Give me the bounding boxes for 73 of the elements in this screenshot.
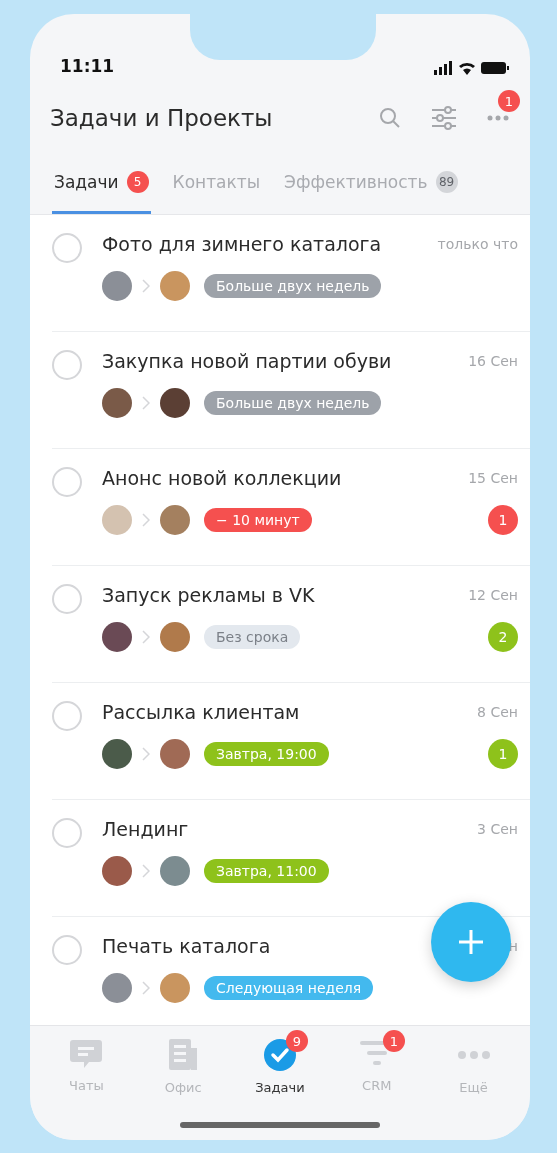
- deadline-tag: Больше двух недель: [204, 391, 382, 415]
- task-checkbox[interactable]: [52, 350, 82, 380]
- deadline-tag: Следующая неделя: [204, 976, 374, 1000]
- avatar: [160, 505, 190, 535]
- comment-counter: 1: [488, 505, 518, 535]
- chevron-icon: [142, 981, 150, 995]
- task-date: н: [508, 938, 518, 954]
- nav-tab[interactable]: Чаты: [46, 1038, 127, 1095]
- comment-counter: 2: [488, 622, 518, 652]
- task-title: Фото для зимнего каталога: [102, 233, 382, 255]
- tab-badge: 89: [435, 170, 458, 193]
- deadline-tag: − 10 минут: [204, 508, 312, 532]
- plus-icon: [458, 929, 484, 955]
- task-date: только что: [437, 236, 518, 252]
- task-checkbox[interactable]: [52, 467, 82, 497]
- chevron-icon: [142, 747, 150, 761]
- task-title: Закупка новой партии обуви: [102, 350, 392, 372]
- filter-button[interactable]: [430, 104, 458, 132]
- tab[interactable]: Эффективность 89: [282, 152, 460, 214]
- comment-counter: 1: [488, 739, 518, 769]
- task-date: 15 Сен: [468, 470, 518, 486]
- screen-title: Задачи и Проекты: [50, 105, 274, 131]
- task-date: 16 Сен: [468, 353, 518, 369]
- task-title: Анонс новой коллекции: [102, 467, 342, 489]
- wifi-icon: [459, 62, 475, 75]
- chevron-icon: [142, 279, 150, 293]
- document-icon: [167, 1038, 200, 1072]
- avatar: [160, 271, 190, 301]
- avatar: [102, 739, 132, 769]
- avatar: [102, 271, 132, 301]
- avatar: [102, 622, 132, 652]
- task-checkbox[interactable]: [52, 584, 82, 614]
- avatar: [102, 856, 132, 886]
- task-title: Печать каталога: [102, 935, 271, 957]
- deadline-tag: Завтра, 11:00: [204, 859, 329, 883]
- avatar: [102, 388, 132, 418]
- battery-icon: [481, 62, 509, 74]
- signal-icon: [434, 61, 452, 75]
- task-date: 3 Сен: [477, 821, 518, 837]
- deadline-tag: Больше двух недель: [204, 274, 382, 298]
- nav-badge: 9: [286, 1030, 308, 1052]
- avatar: [160, 622, 190, 652]
- task-title: Лендинг: [102, 818, 189, 840]
- task-checkbox[interactable]: [52, 935, 82, 965]
- more-icon: [455, 1051, 492, 1059]
- avatar: [160, 973, 190, 1003]
- chevron-icon: [142, 513, 150, 527]
- task-date: 8 Сен: [477, 704, 518, 720]
- more-icon: [487, 115, 509, 121]
- tab[interactable]: Контакты: [170, 152, 263, 214]
- task-title: Рассылка клиентам: [102, 701, 300, 723]
- avatar: [102, 505, 132, 535]
- deadline-tag: Завтра, 19:00: [204, 742, 329, 766]
- chat-icon: [69, 1038, 104, 1070]
- task-checkbox[interactable]: [52, 233, 82, 263]
- task-checkbox[interactable]: [52, 701, 82, 731]
- tab-badge: 5: [126, 170, 149, 193]
- notification-badge: 1: [498, 90, 520, 112]
- task-title: Запуск рекламы в VK: [102, 584, 315, 606]
- nav-tab[interactable]: Офис: [143, 1038, 224, 1095]
- avatar: [160, 739, 190, 769]
- nav-badge: 1: [382, 1030, 405, 1052]
- avatar: [160, 856, 190, 886]
- task-date: 12 Сен: [468, 587, 518, 603]
- task-checkbox[interactable]: [52, 818, 82, 848]
- avatar: [102, 973, 132, 1003]
- avatar: [160, 388, 190, 418]
- chevron-icon: [142, 630, 150, 644]
- deadline-tag: Без срока: [204, 625, 301, 649]
- chevron-icon: [142, 396, 150, 410]
- nav-tab[interactable]: Ещё: [433, 1038, 514, 1095]
- chevron-icon: [142, 864, 150, 878]
- status-time: 11:11: [60, 56, 115, 76]
